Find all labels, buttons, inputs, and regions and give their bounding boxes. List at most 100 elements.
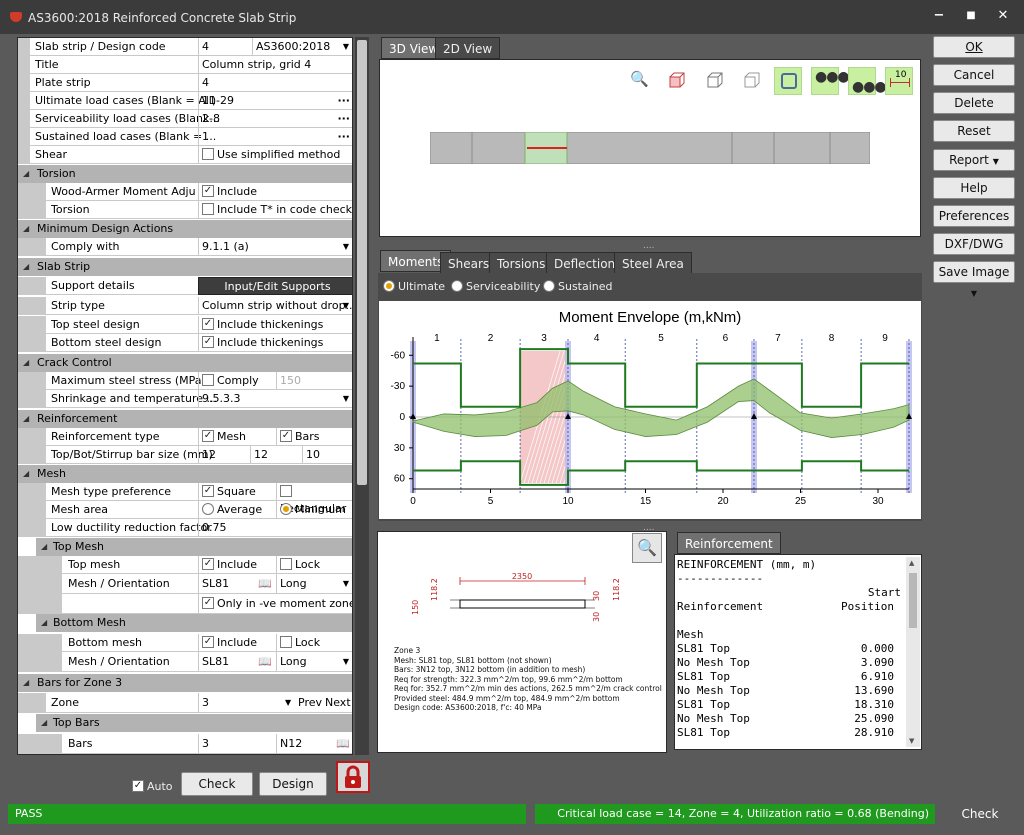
top-bar-size-field[interactable]: 12 bbox=[198, 446, 250, 464]
bars-count-field[interactable]: 3 bbox=[198, 734, 276, 754]
bottom-mesh-select[interactable]: SL81 📖 bbox=[198, 652, 276, 672]
prev-zone-button[interactable]: Prev bbox=[298, 693, 322, 712]
section-crack-control[interactable]: ◢ Crack Control bbox=[18, 354, 352, 372]
dxf-dwg-button[interactable]: DXF/DWG bbox=[933, 233, 1015, 255]
bottom-steel-checkbox[interactable]: Include thickenings bbox=[198, 334, 352, 352]
section-top-bars[interactable]: ◢ Top Bars bbox=[36, 714, 352, 732]
save-image-button[interactable]: Save Image ▼ bbox=[933, 261, 1015, 298]
slab-strip-field[interactable]: 4 bbox=[198, 38, 252, 56]
auto-checkbox[interactable]: Auto bbox=[132, 780, 173, 793]
negative-zones-checkbox[interactable]: Only in -ve moment zones bbox=[198, 594, 352, 614]
design-button[interactable]: Design bbox=[259, 772, 327, 796]
section-torsion[interactable]: ◢ Torsion bbox=[18, 165, 352, 183]
close-button[interactable]: ✕ bbox=[992, 8, 1014, 26]
zoom-in-icon[interactable]: 🔍 bbox=[632, 533, 662, 563]
box-front-icon[interactable] bbox=[668, 71, 686, 89]
zone-select[interactable]: 3 ▼ Prev Next bbox=[198, 693, 352, 713]
sustained-radio[interactable]: Sustained bbox=[543, 280, 613, 293]
tab-reinforcement[interactable]: Reinforcement bbox=[677, 532, 781, 554]
average-radio[interactable]: Average bbox=[198, 501, 276, 519]
box-outline-icon[interactable] bbox=[743, 71, 761, 89]
ok-button[interactable]: OK bbox=[933, 36, 1015, 58]
stirrup-bar-size-field[interactable]: 10 bbox=[302, 446, 352, 464]
window-title: AS3600:2018 Reinforced Concrete Slab Str… bbox=[28, 11, 297, 25]
tab-steel-area[interactable]: Steel Area bbox=[614, 252, 692, 274]
sustained-cases-field[interactable]: 1 ··· bbox=[198, 128, 352, 146]
mesh-checkbox[interactable]: Mesh bbox=[198, 428, 276, 446]
x-tick-label: 15 bbox=[640, 496, 652, 507]
box-wire-icon[interactable] bbox=[706, 71, 724, 89]
section-min-design-actions[interactable]: ◢ Minimum Design Actions bbox=[18, 220, 352, 238]
reinforcement-scrollbar[interactable]: ▲ ▼ bbox=[906, 557, 920, 747]
grid-row-slab-strip[interactable]: Slab strip / Design code 4 AS3600:2018 ▼ bbox=[18, 38, 352, 56]
rectangular-checkbox[interactable]: Rectangular bbox=[276, 483, 352, 515]
next-zone-button[interactable]: Next bbox=[325, 693, 351, 712]
ultimate-cases-field[interactable]: 11-29 ··· bbox=[198, 92, 352, 110]
section-bars-zone[interactable]: ◢ Bars for Zone 3 bbox=[18, 674, 352, 692]
wood-armer-checkbox[interactable]: Include bbox=[198, 183, 352, 201]
tab-2d-view[interactable]: 2D View bbox=[435, 37, 501, 59]
top-orientation-select[interactable]: Long ▼ bbox=[276, 574, 352, 594]
ultimate-radio[interactable]: Ultimate bbox=[383, 280, 445, 293]
minimum-radio[interactable]: Minimum bbox=[276, 501, 352, 519]
comply-with-select[interactable]: 9.1.1 (a) ▼ bbox=[198, 238, 352, 256]
plate-strip-field[interactable]: 4 bbox=[198, 74, 352, 92]
ellipsis-icon[interactable]: ··· bbox=[337, 110, 350, 127]
row-label: Support details bbox=[51, 279, 135, 292]
section-mesh[interactable]: ◢ Mesh bbox=[18, 465, 352, 483]
delete-button[interactable]: Delete bbox=[933, 92, 1015, 114]
bottom-bar-size-field[interactable]: 12 bbox=[250, 446, 302, 464]
minimize-button[interactable]: − bbox=[928, 8, 950, 26]
moment-envelope bbox=[412, 378, 910, 438]
serviceability-cases-field[interactable]: 2-8 ··· bbox=[198, 110, 352, 128]
tab-torsions[interactable]: Torsions bbox=[489, 252, 554, 274]
bottom-mesh-include-checkbox[interactable]: Include bbox=[198, 634, 276, 652]
square-checkbox[interactable]: Square bbox=[198, 483, 276, 501]
top-steel-checkbox[interactable]: Include thickenings bbox=[198, 316, 352, 334]
top-mesh-lock-checkbox[interactable]: Lock bbox=[276, 556, 352, 574]
preferences-button[interactable]: Preferences bbox=[933, 205, 1015, 227]
status-check-button[interactable]: Check bbox=[945, 804, 1015, 824]
title-field[interactable]: Column strip, grid 4 bbox=[198, 56, 352, 74]
torsion-checkbox[interactable]: Include T* in code checks bbox=[198, 201, 352, 219]
check-button[interactable]: Check bbox=[181, 772, 253, 796]
bars-checkbox[interactable]: Bars bbox=[276, 428, 352, 446]
report-button[interactable]: Report ▼ bbox=[933, 149, 1015, 171]
section-reinforcement[interactable]: ◢ Reinforcement bbox=[18, 410, 352, 428]
help-button[interactable]: Help bbox=[933, 177, 1015, 199]
bottom-mesh-lock-checkbox[interactable]: Lock bbox=[276, 634, 352, 652]
lock-icon[interactable] bbox=[336, 761, 370, 793]
zoom-icon[interactable]: 🔍 bbox=[630, 70, 649, 88]
section-bottom-mesh[interactable]: ◢ Bottom Mesh bbox=[36, 614, 352, 632]
section-top-mesh[interactable]: ◢ Top Mesh bbox=[36, 538, 352, 556]
top-mesh-include-checkbox[interactable]: Include bbox=[198, 556, 276, 574]
low-ductility-field[interactable]: 0.75 bbox=[198, 519, 352, 537]
cancel-button[interactable]: Cancel bbox=[933, 64, 1015, 86]
strip-type-select[interactable]: Column strip without drop... ▼ bbox=[198, 297, 352, 315]
row-label: Shrinkage and temperature ... bbox=[51, 392, 217, 405]
ellipsis-icon[interactable]: ··· bbox=[337, 128, 350, 145]
dimension-icon[interactable]: 10 bbox=[885, 67, 913, 95]
dots-top-icon[interactable]: ●●● bbox=[811, 67, 850, 95]
input-edit-supports-button[interactable]: Input/Edit Supports bbox=[198, 277, 352, 295]
bar-size-select[interactable]: N12 📖 bbox=[276, 734, 352, 754]
book-icon[interactable]: 📖 bbox=[258, 652, 272, 671]
ellipsis-icon[interactable]: ··· bbox=[337, 92, 350, 109]
book-icon[interactable]: 📖 bbox=[258, 574, 272, 593]
shrinkage-select[interactable]: 9.5.3.3 ▼ bbox=[198, 390, 352, 408]
maximize-button[interactable]: ■ bbox=[960, 10, 982, 28]
max-stress-field[interactable]: 150 bbox=[276, 372, 352, 390]
section-slab-strip[interactable]: ◢ Slab Strip bbox=[18, 258, 352, 276]
reset-button[interactable]: Reset bbox=[933, 120, 1015, 142]
comply-checkbox[interactable]: Comply bbox=[198, 372, 276, 390]
bottom-orientation-select[interactable]: Long ▼ bbox=[276, 652, 352, 672]
slab-outline-icon[interactable] bbox=[774, 67, 802, 95]
shear-checkbox[interactable]: Use simplified method bbox=[198, 146, 352, 164]
title-bar: AS3600:2018 Reinforced Concrete Slab Str… bbox=[0, 0, 1024, 34]
serviceability-radio[interactable]: Serviceability bbox=[451, 280, 540, 293]
dots-bottom-icon[interactable]: ●●● bbox=[848, 67, 887, 95]
design-code-select[interactable]: AS3600:2018 ▼ bbox=[252, 38, 352, 56]
grid-scroll-thumb[interactable] bbox=[357, 40, 367, 485]
top-mesh-select[interactable]: SL81 📖 bbox=[198, 574, 276, 594]
reinforcement-row: SL81 Top 6.910 bbox=[677, 670, 894, 683]
